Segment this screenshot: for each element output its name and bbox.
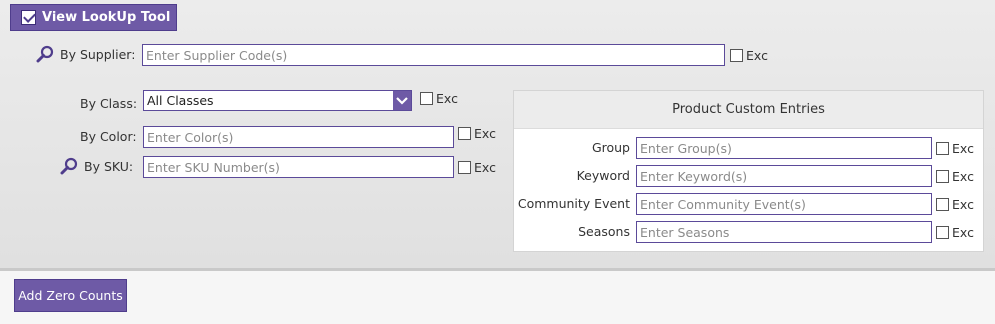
custom-entries-title: Product Custom Entries bbox=[514, 91, 983, 129]
sku-label: By SKU: bbox=[84, 159, 134, 174]
class-select[interactable]: All Classes bbox=[143, 90, 412, 111]
supplier-exc-checkbox[interactable] bbox=[730, 49, 743, 62]
keyword-input[interactable] bbox=[636, 165, 932, 187]
footer-bar bbox=[0, 271, 995, 324]
view-lookup-tool-label: View LookUp Tool bbox=[42, 10, 171, 25]
class-exc-checkbox[interactable] bbox=[420, 92, 433, 105]
group-exc-label: Exc bbox=[952, 141, 974, 156]
community-event-exc-label: Exc bbox=[952, 197, 974, 212]
chevron-down-icon[interactable] bbox=[393, 91, 411, 110]
view-lookup-tool-button[interactable]: View LookUp Tool bbox=[10, 4, 177, 31]
sku-exc-label: Exc bbox=[474, 160, 496, 175]
sku-magnifier-icon[interactable] bbox=[60, 157, 78, 175]
keyword-label: Keyword bbox=[576, 168, 630, 183]
supplier-magnifier-icon[interactable] bbox=[36, 45, 54, 63]
community-event-label: Community Event bbox=[517, 196, 630, 211]
group-label: Group bbox=[591, 140, 630, 155]
color-label: By Color: bbox=[80, 129, 137, 144]
group-exc-checkbox[interactable] bbox=[936, 142, 949, 155]
add-zero-counts-button[interactable]: Add Zero Counts bbox=[14, 279, 127, 312]
toggle-check-icon[interactable] bbox=[21, 10, 36, 25]
seasons-label: Seasons bbox=[578, 224, 630, 239]
seasons-input[interactable] bbox=[636, 221, 932, 243]
supplier-label: By Supplier: bbox=[60, 47, 136, 62]
supplier-input[interactable] bbox=[142, 44, 725, 66]
supplier-exc-label: Exc bbox=[746, 48, 768, 63]
sku-input[interactable] bbox=[143, 156, 454, 178]
community-event-input[interactable] bbox=[636, 193, 932, 215]
sku-exc-checkbox[interactable] bbox=[458, 161, 471, 174]
color-exc-checkbox[interactable] bbox=[458, 127, 471, 140]
keyword-exc-checkbox[interactable] bbox=[936, 170, 949, 183]
seasons-exc-checkbox[interactable] bbox=[936, 226, 949, 239]
color-exc-label: Exc bbox=[474, 126, 496, 141]
class-label: By Class: bbox=[80, 96, 138, 111]
group-input[interactable] bbox=[636, 137, 932, 159]
class-exc-label: Exc bbox=[436, 91, 458, 106]
color-input[interactable] bbox=[143, 126, 454, 148]
keyword-exc-label: Exc bbox=[952, 169, 974, 184]
class-select-value: All Classes bbox=[147, 93, 214, 108]
seasons-exc-label: Exc bbox=[952, 225, 974, 240]
community-event-exc-checkbox[interactable] bbox=[936, 198, 949, 211]
